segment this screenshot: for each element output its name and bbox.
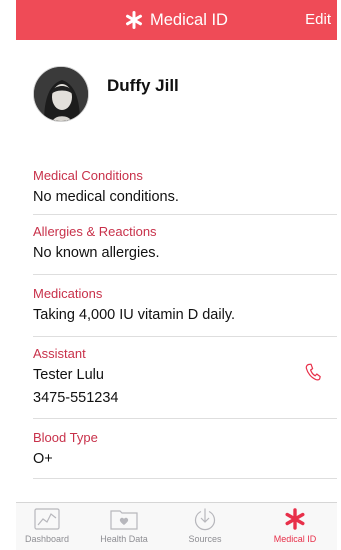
nav-title: Medical ID (125, 11, 228, 30)
allergies-section: Allergies & Reactions No known allergies… (33, 224, 337, 262)
divider (33, 214, 337, 215)
assistant-name: Tester Lulu (33, 367, 104, 383)
asterisk-icon (284, 507, 306, 531)
section-label: Medications (33, 286, 103, 301)
assistant-section: Assistant Tester Lulu 3475-551234 (33, 346, 337, 407)
avatar[interactable] (33, 66, 89, 122)
tab-label: Medical ID (273, 534, 317, 544)
section-label: Allergies & Reactions (33, 224, 157, 239)
tab-health-data[interactable]: Health Data (93, 507, 155, 544)
divider (33, 418, 337, 419)
tab-sources[interactable]: Sources (174, 507, 236, 544)
asterisk-icon (125, 11, 143, 29)
medical-conditions-section: Medical Conditions No medical conditions… (33, 168, 337, 206)
phone-icon[interactable] (305, 363, 321, 381)
tab-label: Sources (188, 534, 222, 544)
edit-button[interactable]: Edit (305, 11, 331, 28)
divider (33, 274, 337, 275)
tab-bar: Dashboard Health Data Sources Medical ID (16, 502, 337, 550)
assistant-phone[interactable]: 3475-551234 (33, 389, 337, 407)
chart-icon (34, 507, 60, 531)
page-title: Medical ID (150, 10, 228, 29)
divider (33, 478, 337, 479)
profile-name: Duffy Jill (107, 76, 179, 95)
section-value: Taking 4,000 IU vitamin D daily. (33, 307, 236, 323)
section-value: No medical conditions. (33, 189, 179, 205)
download-circle-icon (193, 507, 217, 531)
blood-type-section: Blood Type O+ (33, 430, 337, 468)
section-label: Medical Conditions (33, 168, 143, 183)
tab-label: Health Data (100, 534, 148, 544)
section-value: No known allergies. (33, 245, 160, 261)
profile-header: Duffy Jill (33, 66, 179, 122)
section-label: Assistant (33, 346, 86, 361)
medications-section: Medications Taking 4,000 IU vitamin D da… (33, 286, 337, 324)
section-label: Blood Type (33, 430, 98, 445)
tab-label: Dashboard (24, 534, 70, 544)
section-value: O+ (33, 451, 53, 467)
tab-medical-id[interactable]: Medical ID (264, 507, 326, 544)
nav-bar: Medical ID Edit (16, 0, 337, 40)
medical-id-screen: Medical ID Edit Duffy Jill Medical Condi… (0, 0, 341, 550)
heart-folder-icon (110, 507, 138, 531)
divider (33, 336, 337, 337)
tab-dashboard[interactable]: Dashboard (16, 507, 78, 544)
